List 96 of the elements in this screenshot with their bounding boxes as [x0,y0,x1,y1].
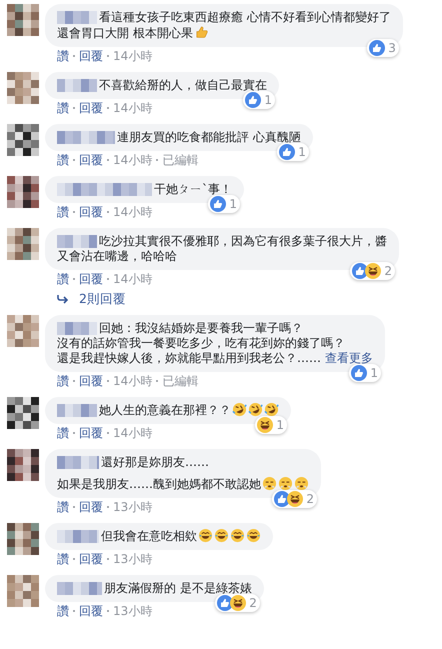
blurred-name-drawing[interactable] [57,181,152,196]
comment-text: 沒有的話妳管我一餐要吃多少，吃有花到妳的錢了嗎？ [57,336,345,350]
blurred-name-drawing[interactable] [57,402,97,417]
laughing-reaction-icon [365,263,382,279]
reply-link[interactable]: 回覆 [79,552,103,566]
reply-arrow-icon [57,294,69,304]
reply-link[interactable]: 回覆 [79,272,103,286]
edited-label: 已編輯 [162,153,198,167]
like-reaction-icon [210,196,226,212]
reaction-count: 3 [388,41,396,55]
avatar-icon[interactable] [7,228,39,260]
comment-text: 還好那是妳朋友…… [101,455,209,469]
comment-text: 看這種女孩子吃東西超療癒 心情不好看到心情都變好了 [99,10,391,24]
comment-text: 吃沙拉其實很不優雅耶，因為它有很多葉子很大片，醬 [99,234,387,248]
reaction-count: 1 [370,366,378,380]
rolling-laughing-face-icon [264,402,279,417]
steaming-face-icon [278,476,293,491]
blurred-name-drawing[interactable] [57,580,102,595]
like-reaction-icon [279,144,296,160]
blurred-name-drawing[interactable] [57,528,99,543]
comment-text: 連朋友買的吃食都能批評 心真醜陋 [117,130,301,144]
reaction-count: 1 [264,93,272,107]
steaming-face-icon [262,476,277,491]
avatar-icon[interactable] [7,449,39,481]
timestamp: 14小時 [113,205,152,219]
reply-link[interactable]: 回覆 [79,101,103,115]
like-reaction-icon [351,365,368,381]
reaction-count: 1 [298,145,306,159]
timestamp: 14小時 [113,153,152,167]
reply-link[interactable]: 回覆 [79,604,103,618]
comment-text: 如果是我朋友……醜到她媽都不敢認她 [57,477,261,491]
like-reaction-icon [245,92,262,108]
tears-of-joy-face-icon [230,528,245,543]
reaction-count: 1 [276,418,284,432]
comment-text: 還是我趕快嫁人後，妳就能早點用到我老公？…… [57,351,321,365]
blurred-name-drawing[interactable] [57,233,97,248]
reply-link[interactable]: 回覆 [79,426,103,440]
reaction-count: 2 [306,492,314,506]
comment-text: 還會胃口大開 根本開心果 [57,26,193,40]
edited-label: 已編輯 [162,374,198,388]
timestamp: 13小時 [113,604,152,618]
like-reaction-icon [369,40,386,56]
like-link[interactable]: 讚 [57,49,69,63]
like-link[interactable]: 讚 [57,374,69,388]
avatar-icon[interactable] [7,397,39,429]
laughing-reaction-icon [230,595,246,611]
tears-of-joy-face-icon [246,528,261,543]
reaction-count: 2 [384,264,392,278]
timestamp: 14小時 [113,374,152,388]
rolling-laughing-face-icon [248,402,263,417]
comment-text: 回她：我沒結婚妳是要養我一輩子嗎？ [99,321,303,335]
reply-link[interactable]: 回覆 [79,500,103,514]
timestamp: 14小時 [113,101,152,115]
like-link[interactable]: 讚 [57,101,69,115]
reply-link[interactable]: 回覆 [79,49,103,63]
avatar-icon[interactable] [7,4,39,36]
see-more-link[interactable]: 查看更多 [325,351,373,365]
blurred-name-drawing[interactable] [57,9,97,24]
timestamp: 14小時 [113,272,152,286]
blurred-name-drawing[interactable] [57,129,115,144]
laughing-reaction-icon [287,491,304,507]
like-link[interactable]: 讚 [57,604,69,618]
thumbs-up-icon [194,25,209,40]
rolling-laughing-face-icon [232,402,247,417]
comment-text: 干她ㄆㄧˋ事！ [154,182,232,196]
timestamp: 13小時 [113,500,152,514]
timestamp: 14小時 [113,426,152,440]
reply-link[interactable]: 回覆 [79,153,103,167]
blurred-name-drawing[interactable] [57,320,97,335]
avatar-icon[interactable] [7,176,39,208]
like-link[interactable]: 讚 [57,272,69,286]
like-link[interactable]: 讚 [57,500,69,514]
reply-link[interactable]: 回覆 [79,205,103,219]
steaming-face-icon [294,476,309,491]
laughing-reaction-icon [257,417,274,433]
avatar-icon[interactable] [7,523,39,555]
comment-text: 朋友滿假掰的 是不是綠茶婊 [104,581,252,595]
reaction-count: 1 [229,197,237,211]
comment-text: 她人生的意義在那裡？？ [99,403,231,417]
comment-text: 不喜歡給掰的人，做自己最實在 [99,78,267,92]
like-link[interactable]: 讚 [57,552,69,566]
like-link[interactable]: 讚 [57,205,69,219]
tears-of-joy-face-icon [198,528,213,543]
comment-text: 但我會在意吃相欸 [101,529,197,543]
comment-text: 又會沾在嘴邊，哈哈哈 [57,249,177,263]
reaction-count: 2 [249,596,257,610]
view-replies-link[interactable]: 2則回覆 [79,292,126,306]
blurred-name-drawing[interactable] [57,454,99,469]
blurred-name-drawing[interactable] [57,77,97,92]
timestamp: 14小時 [113,49,152,63]
like-link[interactable]: 讚 [57,426,69,440]
like-link[interactable]: 讚 [57,153,69,167]
avatar-icon[interactable] [7,124,39,156]
tears-of-joy-face-icon [214,528,229,543]
timestamp: 13小時 [113,552,152,566]
reply-link[interactable]: 回覆 [79,374,103,388]
